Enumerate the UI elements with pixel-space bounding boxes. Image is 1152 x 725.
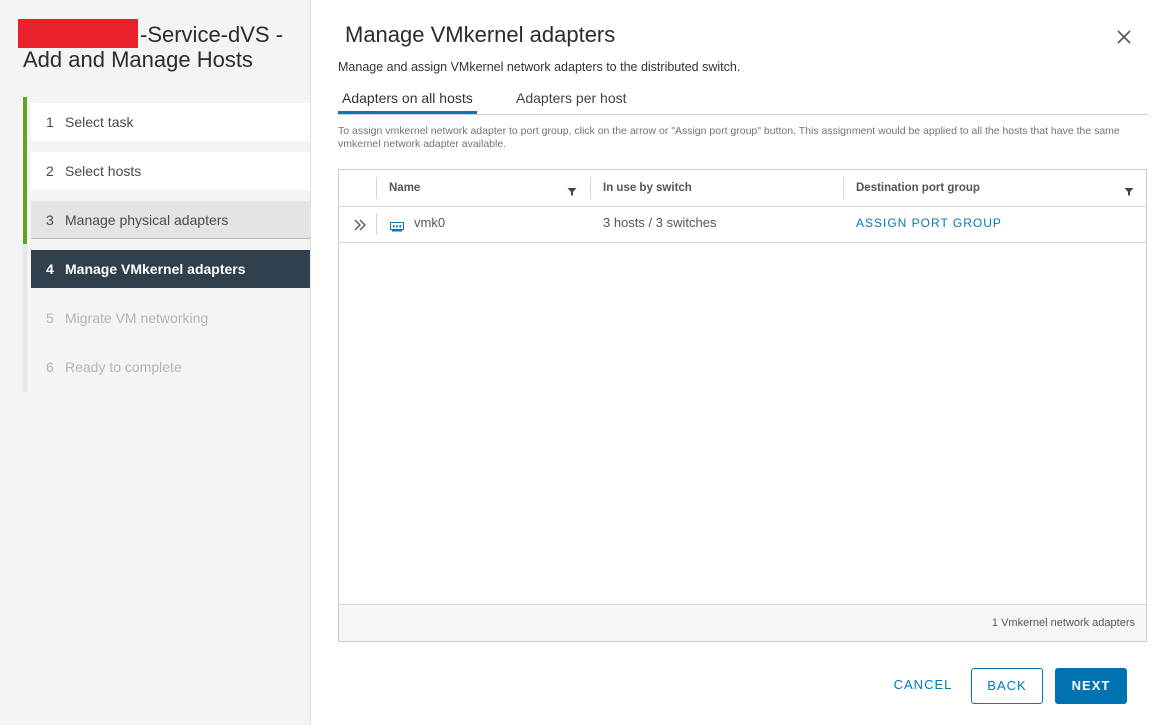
step-label: Select task (65, 114, 134, 130)
network-adapter-icon (390, 219, 404, 232)
wizard-step-select-task[interactable]: 1 Select task (31, 103, 310, 141)
assign-port-group-link[interactable]: ASSIGN PORT GROUP (856, 206, 1002, 242)
page-title: Manage VMkernel adapters (345, 22, 616, 47)
chevron-double-right-icon[interactable] (353, 218, 367, 231)
close-icon[interactable] (1113, 26, 1135, 48)
wizard-title-line2: Add and Manage Hosts (23, 47, 253, 72)
cancel-button[interactable]: CANCEL (884, 668, 962, 704)
back-button[interactable]: BACK (971, 668, 1043, 704)
column-header-in-use-by-switch[interactable]: In use by switch (591, 170, 692, 206)
assignment-hint: To assign vmkernel network adapter to po… (338, 125, 1120, 150)
tab-adapters-on-all-hosts[interactable]: Adapters on all hosts (338, 84, 477, 114)
column-header-destination-port-group[interactable]: Destination port group (844, 170, 980, 206)
step-number: 5 (46, 310, 54, 326)
adapter-name: vmk0 (414, 215, 446, 230)
wizard-step-manage-vmkernel-adapters[interactable]: 4 Manage VMkernel adapters (31, 250, 310, 288)
step-label: Manage physical adapters (65, 212, 229, 228)
step-number: 4 (46, 261, 54, 277)
step-label: Select hosts (65, 163, 142, 179)
grid-footer: 1 Vmkernel network adapters (339, 604, 1146, 641)
grid-header: Name In use by switch Destination port g… (339, 170, 1146, 207)
wizard-step-ready-to-complete: 6 Ready to complete (31, 348, 310, 386)
wizard-step-select-hosts[interactable]: 2 Select hosts (31, 152, 310, 190)
wizard-sidebar: -Service-dVS - Add and Manage Hosts 1 Sel… (0, 0, 311, 725)
step-number: 3 (46, 212, 54, 228)
adapter-count: 1 Vmkernel network adapters (991, 617, 1135, 629)
filter-icon[interactable] (1124, 184, 1134, 196)
step-label: Ready to complete (65, 359, 182, 375)
progress-rail-remaining (23, 244, 27, 392)
column-header-name[interactable]: Name (377, 170, 420, 206)
vmkernel-adapters-grid: Name In use by switch Destination port g… (338, 169, 1147, 642)
progress-rail-complete (23, 97, 27, 244)
next-button[interactable]: NEXT (1055, 668, 1127, 704)
wizard-step-manage-physical-adapters[interactable]: 3 Manage physical adapters (31, 201, 310, 239)
table-row[interactable]: vmk0 3 hosts / 3 switches ASSIGN PORT GR… (339, 206, 1146, 243)
step-label: Migrate VM networking (65, 310, 209, 326)
tab-bar: Adapters on all hosts Adapters per host (338, 84, 1148, 115)
page-subtitle: Manage and assign VMkernel network adapt… (338, 60, 741, 74)
redacted-switch-name (18, 19, 138, 48)
step-number: 6 (46, 359, 54, 375)
step-label: Manage VMkernel adapters (65, 261, 246, 277)
tab-adapters-per-host[interactable]: Adapters per host (516, 84, 627, 114)
step-number: 1 (46, 114, 54, 130)
filter-icon[interactable] (567, 184, 577, 196)
step-number: 2 (46, 163, 54, 179)
wizard-step-migrate-vm-networking: 5 Migrate VM networking (31, 299, 310, 337)
in-use-by-switch-value: 3 hosts / 3 switches (603, 215, 717, 230)
column-divider (376, 213, 377, 235)
wizard-title-line1: -Service-dVS - (140, 22, 284, 47)
